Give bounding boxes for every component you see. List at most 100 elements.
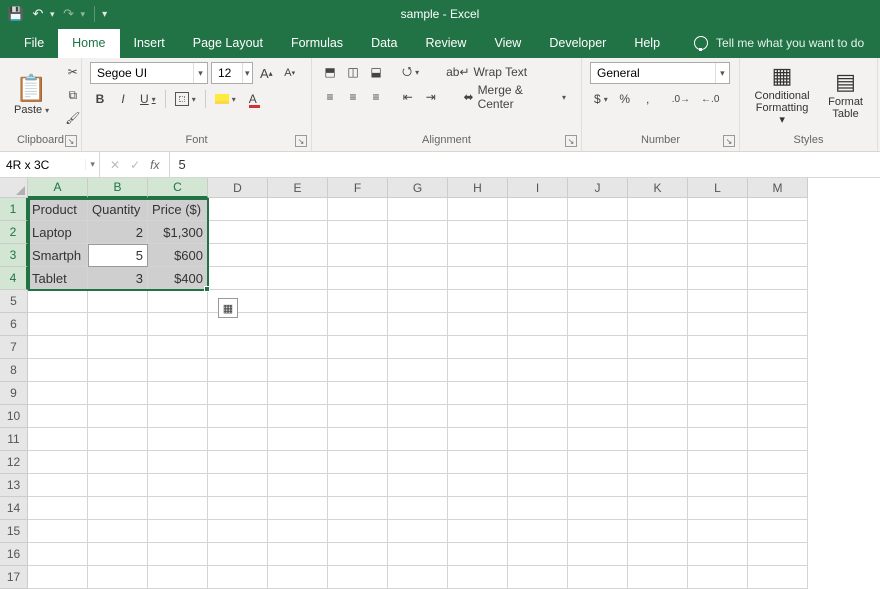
cell-E9[interactable] [268, 382, 328, 405]
cell-A17[interactable] [28, 566, 88, 589]
col-header-K[interactable]: K [628, 178, 688, 198]
cell-H16[interactable] [448, 543, 508, 566]
cell-K7[interactable] [628, 336, 688, 359]
alignment-launcher[interactable]: ↘ [565, 135, 577, 147]
cell-K14[interactable] [628, 497, 688, 520]
fill-color-button[interactable] [211, 89, 240, 109]
cell-C2[interactable]: $1,300 [148, 221, 208, 244]
cell-D15[interactable] [208, 520, 268, 543]
save-icon[interactable]: 💾 [8, 6, 24, 22]
cell-G6[interactable] [388, 313, 448, 336]
cell-J8[interactable] [568, 359, 628, 382]
cell-G5[interactable] [388, 290, 448, 313]
cell-A12[interactable] [28, 451, 88, 474]
cell-F12[interactable] [328, 451, 388, 474]
cell-M11[interactable] [748, 428, 808, 451]
cell-H3[interactable] [448, 244, 508, 267]
shrink-font-button[interactable]: A▾ [280, 63, 300, 83]
cell-F17[interactable] [328, 566, 388, 589]
cell-K6[interactable] [628, 313, 688, 336]
cell-I1[interactable] [508, 198, 568, 221]
cell-A1[interactable]: Product [28, 198, 88, 221]
cell-L16[interactable] [688, 543, 748, 566]
tab-formulas[interactable]: Formulas [277, 29, 357, 58]
cell-A6[interactable] [28, 313, 88, 336]
cell-C4[interactable]: $400 [148, 267, 208, 290]
cell-H8[interactable] [448, 359, 508, 382]
clipboard-launcher[interactable]: ↘ [65, 135, 77, 147]
cell-L5[interactable] [688, 290, 748, 313]
cell-H14[interactable] [448, 497, 508, 520]
cell-D2[interactable] [208, 221, 268, 244]
cell-J4[interactable] [568, 267, 628, 290]
cell-J16[interactable] [568, 543, 628, 566]
cell-I9[interactable] [508, 382, 568, 405]
row-header-8[interactable]: 8 [0, 359, 28, 382]
cell-F7[interactable] [328, 336, 388, 359]
cell-J2[interactable] [568, 221, 628, 244]
cell-D3[interactable] [208, 244, 268, 267]
col-header-L[interactable]: L [688, 178, 748, 198]
format-painter-button[interactable]: 🖌 [61, 108, 84, 128]
cell-L12[interactable] [688, 451, 748, 474]
cell-B14[interactable] [88, 497, 148, 520]
cell-J3[interactable] [568, 244, 628, 267]
cell-K5[interactable] [628, 290, 688, 313]
cell-I7[interactable] [508, 336, 568, 359]
cell-L1[interactable] [688, 198, 748, 221]
font-size-combo[interactable]: ▾ [211, 62, 253, 84]
cell-I5[interactable] [508, 290, 568, 313]
cell-E13[interactable] [268, 474, 328, 497]
cell-C14[interactable] [148, 497, 208, 520]
cell-D17[interactable] [208, 566, 268, 589]
cell-G10[interactable] [388, 405, 448, 428]
cell-F13[interactable] [328, 474, 388, 497]
cell-D12[interactable] [208, 451, 268, 474]
comma-format-button[interactable]: , [638, 89, 658, 109]
cell-F1[interactable] [328, 198, 388, 221]
cell-A5[interactable] [28, 290, 88, 313]
cell-E16[interactable] [268, 543, 328, 566]
cell-K9[interactable] [628, 382, 688, 405]
cell-K3[interactable] [628, 244, 688, 267]
row-header-9[interactable]: 9 [0, 382, 28, 405]
cell-D1[interactable] [208, 198, 268, 221]
cell-A8[interactable] [28, 359, 88, 382]
cell-F15[interactable] [328, 520, 388, 543]
cell-L14[interactable] [688, 497, 748, 520]
cell-L13[interactable] [688, 474, 748, 497]
cell-F4[interactable] [328, 267, 388, 290]
cell-B3[interactable]: 5 [88, 244, 148, 267]
cell-D5[interactable] [208, 290, 268, 313]
cell-C17[interactable] [148, 566, 208, 589]
name-box[interactable]: ▾ [0, 152, 100, 177]
cell-K13[interactable] [628, 474, 688, 497]
cell-M15[interactable] [748, 520, 808, 543]
cell-H15[interactable] [448, 520, 508, 543]
chevron-down-icon[interactable]: ▾ [242, 63, 252, 83]
redo-dropdown[interactable]: ▾ [81, 9, 86, 20]
cell-L17[interactable] [688, 566, 748, 589]
align-bottom-button[interactable]: ⬓ [366, 62, 386, 82]
row-header-5[interactable]: 5 [0, 290, 28, 313]
cell-C6[interactable] [148, 313, 208, 336]
cell-E17[interactable] [268, 566, 328, 589]
cell-A4[interactable]: Tablet [28, 267, 88, 290]
cell-B16[interactable] [88, 543, 148, 566]
cell-H2[interactable] [448, 221, 508, 244]
cell-L11[interactable] [688, 428, 748, 451]
col-header-J[interactable]: J [568, 178, 628, 198]
cell-M6[interactable] [748, 313, 808, 336]
cell-A7[interactable] [28, 336, 88, 359]
cell-C7[interactable] [148, 336, 208, 359]
cell-K17[interactable] [628, 566, 688, 589]
tab-insert[interactable]: Insert [120, 29, 179, 58]
number-launcher[interactable]: ↘ [723, 135, 735, 147]
cell-D11[interactable] [208, 428, 268, 451]
cell-F6[interactable] [328, 313, 388, 336]
orientation-button[interactable]: ⭯ [398, 62, 423, 82]
cell-F3[interactable] [328, 244, 388, 267]
font-launcher[interactable]: ↘ [295, 135, 307, 147]
cell-I8[interactable] [508, 359, 568, 382]
conditional-formatting-button[interactable]: ▦ ConditionalFormatting ▾ [748, 62, 816, 128]
